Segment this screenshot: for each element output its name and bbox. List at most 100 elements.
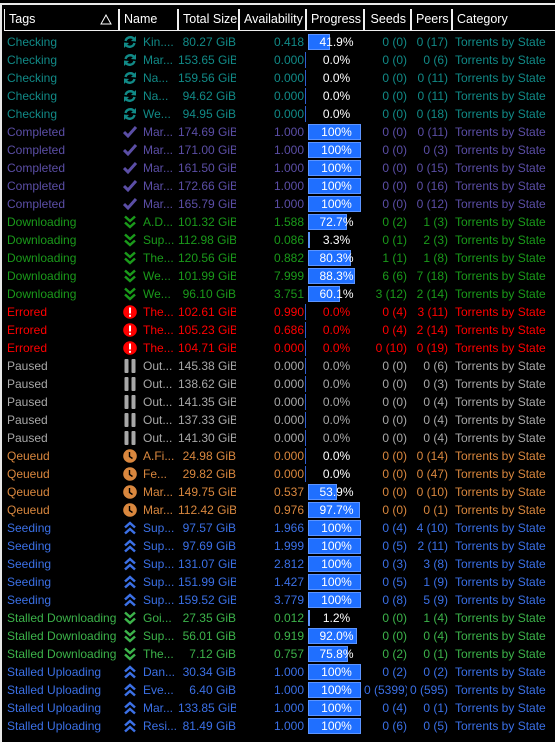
name-cell: Mar... — [143, 161, 174, 175]
peers-cell: 0 (595) — [409, 683, 448, 697]
table-row[interactable]: Checking Mar... 153.65 GiB 0.000 0.0% 0 … — [2, 51, 555, 69]
table-row[interactable]: Qeueud Fe... 29.82 GiB 0.000 0.0% 0 (0) … — [2, 465, 555, 483]
table-row[interactable]: Qeueud A.Fi... 24.98 GiB 0.000 0.0% 0 (0… — [2, 447, 555, 465]
double-chevron-up-icon — [124, 719, 136, 733]
table-row[interactable]: Completed Mar... 171.00 GiB 1.000 100% 0… — [2, 141, 555, 159]
table-row[interactable]: Paused Out... 141.35 GiB 0.000 0.0% 0 (0… — [2, 393, 555, 411]
table-row[interactable]: Completed Mar... 161.50 GiB 1.000 100% 0… — [2, 159, 555, 177]
progress-cell: 0.0% — [322, 323, 351, 337]
availability-cell: 0.686 — [273, 323, 304, 337]
size-cell: 27.35 GiB — [182, 611, 236, 625]
table-row[interactable]: Paused Out... 138.62 GiB 0.000 0.0% 0 (0… — [2, 375, 555, 393]
size-cell: 7.12 GiB — [189, 647, 236, 661]
column-header-name[interactable]: Name — [119, 9, 178, 31]
tag-cell: Downloading — [7, 215, 77, 229]
table-row[interactable]: Stalled Uploading Eve... 6.40 GiB 1.000 … — [2, 681, 555, 699]
size-cell: 165.79 GiB — [178, 197, 236, 211]
table-row[interactable]: Seeding Sup... 159.52 GiB 3.779 100% 0 (… — [2, 591, 555, 609]
name-cell: Mar... — [143, 701, 174, 715]
progress-cell: 0.0% — [322, 413, 351, 427]
size-cell: 172.66 GiB — [178, 179, 236, 193]
category-cell: Torrents by State — [455, 251, 546, 265]
table-row[interactable]: Paused Out... 141.30 GiB 0.000 0.0% 0 (0… — [2, 429, 555, 447]
table-row[interactable]: Stalled Downloading Goi... 27.35 GiB 0.0… — [2, 609, 555, 627]
availability-cell: 1.000 — [273, 683, 304, 697]
name-cell: A.Fi... — [143, 449, 175, 463]
tag-cell: Completed — [7, 197, 66, 211]
category-cell: Torrents by State — [455, 539, 546, 553]
size-cell: 97.69 GiB — [182, 539, 236, 553]
clock-icon — [123, 467, 137, 481]
sort-ascending-icon — [100, 14, 112, 25]
tag-cell: Qeueud — [7, 485, 50, 499]
availability-cell: 1.000 — [273, 179, 304, 193]
name-cell: Mar... — [143, 125, 174, 139]
table-row[interactable]: Seeding Sup... 97.57 GiB 1.966 100% 0 (4… — [2, 519, 555, 537]
peers-cell: 2 (11) — [417, 539, 448, 553]
table-row[interactable]: Paused Out... 137.33 GiB 0.000 0.0% 0 (0… — [2, 411, 555, 429]
progress-cell: 0.0% — [322, 53, 351, 67]
table-row[interactable]: Downloading A.D... 101.32 GiB 1.588 72.7… — [2, 213, 555, 231]
table-row[interactable]: Qeueud Mar... 149.75 GiB 0.537 53.9% 0 (… — [2, 483, 555, 501]
table-row[interactable]: Stalled Downloading Sup... 56.01 GiB 0.9… — [2, 627, 555, 645]
seeds-cell: 0 (0) — [382, 485, 407, 499]
table-row[interactable]: Seeding Sup... 131.07 GiB 2.812 100% 0 (… — [2, 555, 555, 573]
table-row[interactable]: Stalled Uploading Mar... 133.85 GiB 1.00… — [2, 699, 555, 717]
column-header-availability[interactable]: Availability — [239, 9, 306, 31]
availability-cell: 1.966 — [273, 521, 304, 535]
seeds-cell: 0 (0) — [382, 89, 407, 103]
availability-cell: 0.919 — [273, 629, 304, 643]
availability-cell: 0.000 — [273, 467, 304, 481]
table-row[interactable]: Errored The... 102.61 GiB 0.990 0.0% 0 (… — [2, 303, 555, 321]
column-header-progress[interactable]: Progress — [306, 9, 364, 31]
table-row[interactable]: Checking Kin.... 80.27 GiB 0.418 41.9% 0… — [2, 33, 555, 51]
availability-cell: 0.882 — [273, 251, 304, 265]
column-header-total-size[interactable]: Total Size — [178, 9, 239, 31]
table-row[interactable]: Seeding Sup... 151.99 GiB 1.427 100% 0 (… — [2, 573, 555, 591]
category-cell: Torrents by State — [455, 35, 546, 49]
availability-cell: 0.000 — [273, 53, 304, 67]
table-row[interactable]: Checking Na... 94.62 GiB 0.000 0.0% 0 (0… — [2, 87, 555, 105]
table-row[interactable]: Downloading The... 120.56 GiB 0.882 80.3… — [2, 249, 555, 267]
category-cell: Torrents by State — [455, 719, 546, 733]
progress-cell: 0.0% — [322, 71, 351, 85]
peers-cell: 0 (11) — [417, 89, 448, 103]
progress-cell: 100% — [321, 665, 352, 679]
table-row[interactable]: Stalled Uploading Resi... 81.49 GiB 1.00… — [2, 717, 555, 735]
availability-cell: 0.000 — [273, 89, 304, 103]
column-header-category[interactable]: Category — [452, 9, 555, 31]
category-cell: Torrents by State — [455, 161, 546, 175]
tag-cell: Qeueud — [7, 467, 50, 481]
availability-cell: 1.000 — [273, 719, 304, 733]
table-row[interactable]: Errored The... 105.23 GiB 0.686 0.0% 0 (… — [2, 321, 555, 339]
availability-cell: 0.418 — [273, 35, 304, 49]
size-cell: 133.85 GiB — [178, 701, 236, 715]
table-row[interactable]: Downloading Sup... 112.98 GiB 0.086 3.3%… — [2, 231, 555, 249]
progress-cell: 0.0% — [322, 305, 351, 319]
table-row[interactable]: Errored The... 104.71 GiB 0.000 0.0% 0 (… — [2, 339, 555, 357]
tag-cell: Paused — [7, 377, 48, 391]
availability-cell: 0.086 — [273, 233, 304, 247]
table-row[interactable]: Checking We... 94.95 GiB 0.000 0.0% 0 (0… — [2, 105, 555, 123]
table-row[interactable]: Qeueud Mar... 112.42 GiB 0.976 97.7% 0 (… — [2, 501, 555, 519]
column-header-tags[interactable]: Tags — [4, 9, 119, 31]
table-row[interactable]: Downloading We... 101.99 GiB 7.999 88.3%… — [2, 267, 555, 285]
column-header-seeds[interactable]: Seeds — [364, 9, 411, 31]
table-row[interactable]: Completed Mar... 174.69 GiB 1.000 100% 0… — [2, 123, 555, 141]
table-row[interactable]: Paused Out... 145.38 GiB 0.000 0.0% 0 (0… — [2, 357, 555, 375]
table-row[interactable]: Seeding Sup... 97.69 GiB 1.999 100% 0 (5… — [2, 537, 555, 555]
table-row[interactable]: Checking Na... 159.56 GiB 0.000 0.0% 0 (… — [2, 69, 555, 87]
tag-cell: Qeueud — [7, 503, 50, 517]
header-label: Peers — [416, 12, 449, 26]
progress-cell: 3.3% — [322, 233, 351, 247]
table-row[interactable]: Downloading We... 96.10 GiB 3.751 60.1% … — [2, 285, 555, 303]
category-cell: Torrents by State — [455, 71, 546, 85]
table-row[interactable]: Completed Mar... 172.66 GiB 1.000 100% 0… — [2, 177, 555, 195]
table-row[interactable]: Completed Mar... 165.79 GiB 1.000 100% 0… — [2, 195, 555, 213]
category-cell: Torrents by State — [455, 395, 546, 409]
availability-cell: 0.757 — [273, 647, 304, 661]
size-cell: 137.33 GiB — [178, 413, 236, 427]
column-header-peers[interactable]: Peers — [411, 9, 452, 31]
table-row[interactable]: Stalled Downloading The... 7.12 GiB 0.75… — [2, 645, 555, 663]
table-row[interactable]: Stalled Uploading Dan... 30.34 GiB 1.000… — [2, 663, 555, 681]
